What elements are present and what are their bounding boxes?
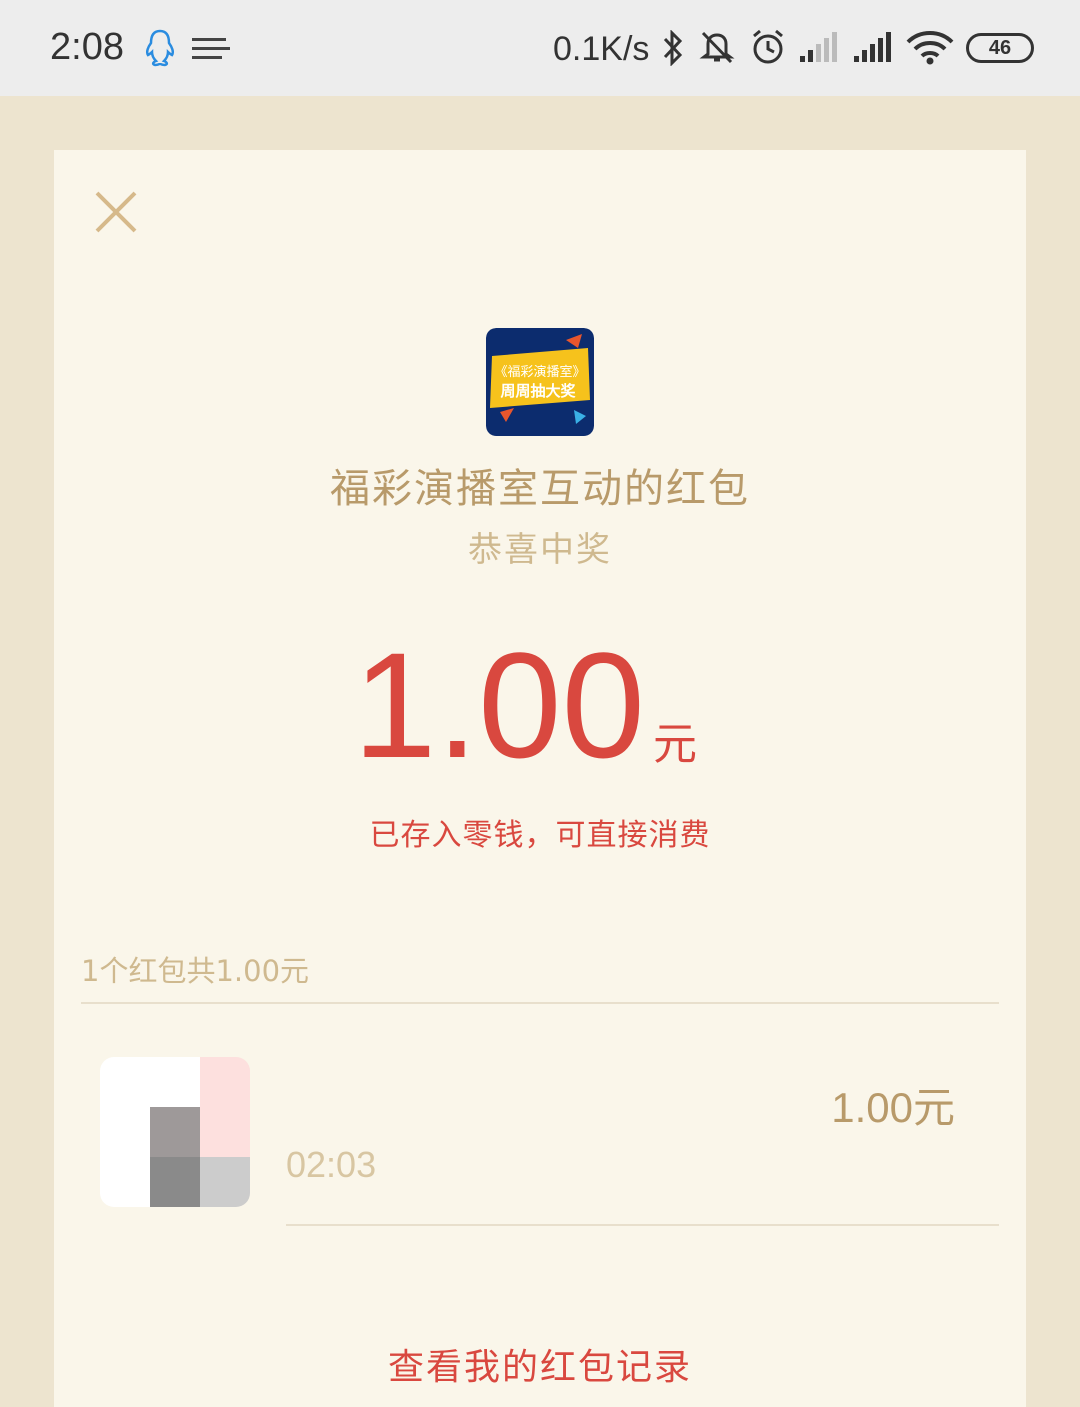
- status-bar: 2:08 0.1K/s 46: [0, 0, 1080, 96]
- amount-display: 1.00 元: [54, 630, 1026, 780]
- divider: [286, 1224, 999, 1226]
- logo-text-line1: 《福彩演播室》: [494, 364, 585, 380]
- qq-icon: [145, 29, 175, 67]
- mute-icon: [699, 31, 735, 64]
- wifi-icon: [906, 31, 954, 65]
- avatar[interactable]: [100, 1057, 250, 1207]
- menu-icon: [192, 38, 230, 59]
- view-records-link[interactable]: 查看我的红包记录: [54, 1338, 1026, 1390]
- packet-title: 福彩演播室互动的红包: [330, 466, 750, 512]
- amount-value: 1.00: [353, 621, 645, 789]
- status-time: 2:08: [50, 26, 124, 68]
- bluetooth-icon: [663, 30, 683, 66]
- battery-level: 46: [988, 36, 1012, 59]
- saved-to-wallet-note[interactable]: 已存入零钱，可直接消费: [54, 810, 1026, 854]
- claim-time: 02:03: [286, 1144, 377, 1185]
- signal-icon: [854, 32, 891, 62]
- packet-summary: 1个红包共1.00元: [81, 954, 310, 988]
- close-icon[interactable]: [94, 190, 138, 234]
- app-logo: 《福彩演播室》 周周抽大奖: [486, 328, 594, 436]
- battery-icon: 46: [966, 33, 1034, 63]
- alarm-icon: [753, 29, 783, 64]
- packet-subtitle: 恭喜中奖: [468, 530, 612, 570]
- list-item: 02:03 1.00元: [81, 1004, 999, 1228]
- signal-icon: [800, 32, 837, 62]
- amount-unit: 元: [652, 719, 697, 770]
- claim-amount: 1.00元: [831, 1084, 955, 1131]
- network-speed: 0.1K/s: [553, 30, 650, 68]
- red-packet-detail-card: 《福彩演播室》 周周抽大奖 福彩演播室互动的红包 恭喜中奖 1.00 元 已存入…: [54, 150, 1026, 1407]
- logo-text-line2: 周周抽大奖: [500, 382, 576, 400]
